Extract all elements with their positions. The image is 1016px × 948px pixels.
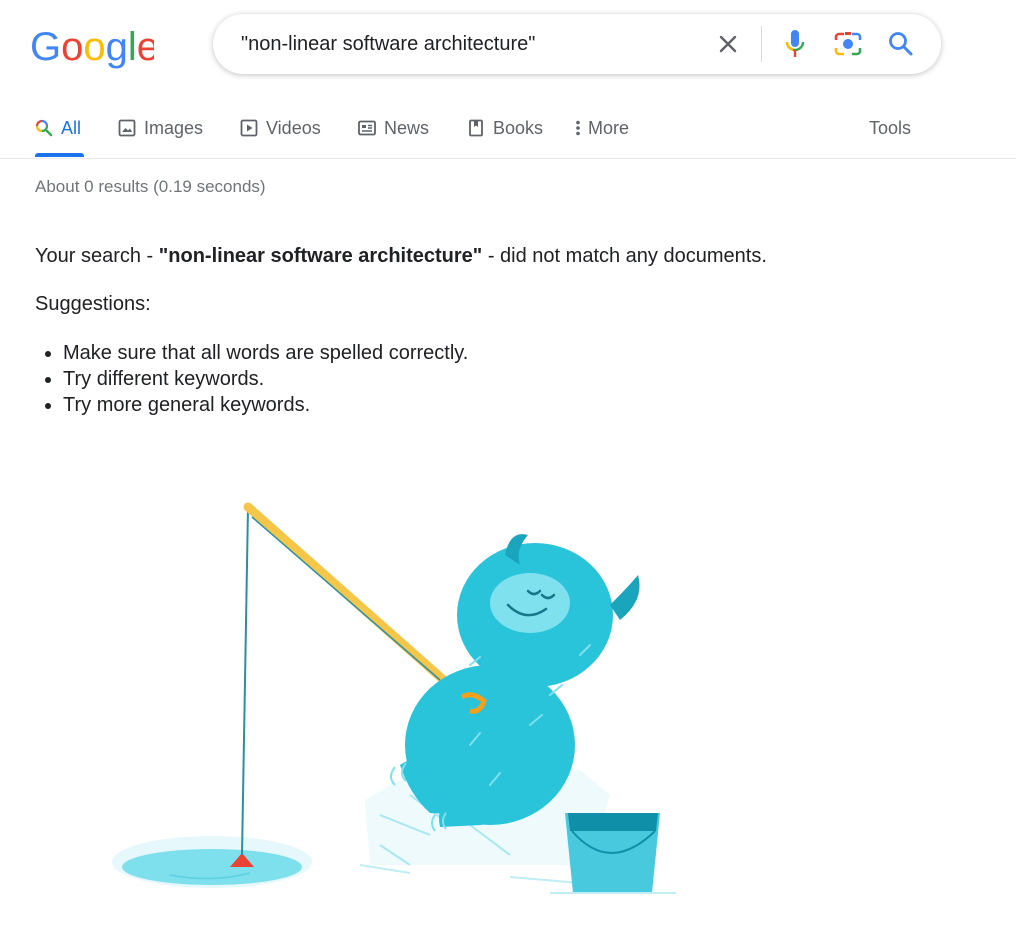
- no-match-query: "non-linear software architecture": [158, 245, 483, 267]
- list-item: Try more general keywords.: [63, 392, 468, 418]
- list-item: Try different keywords.: [63, 366, 468, 392]
- more-vert-icon: [574, 119, 582, 137]
- google-logo-mark: Google: [30, 26, 154, 69]
- tab-label: Images: [144, 117, 204, 138]
- tab-news[interactable]: News: [358, 116, 429, 140]
- monster-face: [490, 573, 570, 633]
- newspaper-icon: [358, 119, 376, 137]
- monster-horn: [610, 575, 640, 620]
- image-icon: [118, 119, 136, 137]
- tab-label: All: [61, 117, 82, 138]
- tab-books[interactable]: Books: [467, 116, 543, 140]
- tab-label: Books: [493, 117, 544, 138]
- tools-label: Tools: [869, 117, 912, 138]
- tab-images[interactable]: Images: [118, 116, 203, 140]
- search-tabs: All Images Videos News Books More Tools: [0, 100, 1016, 159]
- tab-label: News: [384, 117, 430, 138]
- tab-label: Videos: [266, 117, 321, 138]
- fishing-line: [241, 506, 249, 856]
- search-icon[interactable]: [886, 29, 916, 59]
- active-tab-indicator: [35, 153, 84, 157]
- ice-hole-water: [122, 849, 302, 885]
- search-divider: [761, 26, 762, 62]
- suggestions-list: Make sure that all words are spelled cor…: [35, 340, 468, 418]
- microphone-icon[interactable]: [780, 29, 810, 59]
- clear-icon[interactable]: [713, 29, 743, 59]
- svg-text:Google: Google: [30, 26, 154, 69]
- search-icon: [35, 119, 53, 137]
- google-logo[interactable]: Google: [30, 26, 154, 69]
- list-item: Make sure that all words are spelled cor…: [63, 340, 468, 366]
- no-match-message: Your search - "non-linear software archi…: [35, 245, 767, 268]
- search-input[interactable]: [241, 31, 681, 57]
- tab-videos[interactable]: Videos: [240, 116, 321, 140]
- camera-lens-icon[interactable]: [833, 29, 863, 59]
- result-stats: About 0 results (0.19 seconds): [35, 177, 266, 196]
- play-icon: [240, 119, 258, 137]
- fishing-monster-illustration: [112, 502, 676, 894]
- search-box: [213, 14, 941, 74]
- tab-label: More: [588, 117, 630, 138]
- book-icon: [467, 119, 485, 137]
- tools-button[interactable]: Tools: [869, 116, 911, 140]
- no-match-prefix: Your search -: [35, 245, 159, 267]
- tab-all[interactable]: All: [35, 116, 81, 140]
- no-match-suffix: - did not match any documents.: [482, 245, 767, 267]
- tab-more[interactable]: More: [574, 116, 629, 140]
- suggestions-title: Suggestions:: [35, 293, 151, 315]
